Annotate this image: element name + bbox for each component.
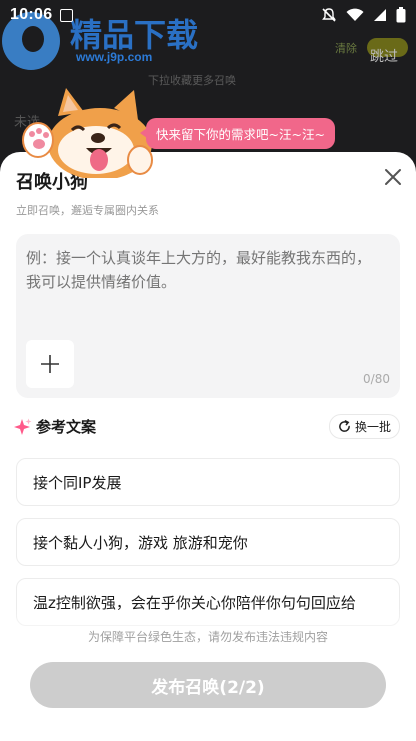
battery-icon bbox=[396, 7, 406, 23]
background-clear-label: 清除 bbox=[335, 41, 358, 55]
signal-icon bbox=[374, 9, 386, 21]
compliance-notice: 为保障平台绿色生态，请勿发布违法违规内容 bbox=[87, 630, 328, 644]
request-input-card: 0/80 bbox=[16, 234, 400, 398]
refresh-label: 换一批 bbox=[354, 420, 391, 434]
notification-icon bbox=[60, 8, 74, 22]
skip-button[interactable]: 跳过 bbox=[370, 46, 398, 66]
summon-dog-sheet: 召唤小狗 立即召唤，邂逅专属圈内关系 0/80 参考文案 换一批 接个同IP发展… bbox=[0, 152, 416, 741]
background-hint: 下拉收藏更多召唤 bbox=[148, 74, 236, 87]
plus-icon bbox=[41, 355, 59, 373]
sheet-subtitle: 立即召唤，邂逅专属圈内关系 bbox=[16, 204, 159, 217]
wifi-icon bbox=[346, 8, 364, 21]
reference-item[interactable]: 接个黏人小狗，游戏 旅游和宠你 bbox=[16, 518, 400, 566]
reference-title: 参考文案 bbox=[36, 418, 97, 436]
mute-icon bbox=[322, 8, 336, 22]
dog-mascot-image bbox=[22, 88, 153, 178]
refresh-button[interactable]: 换一批 bbox=[328, 414, 400, 439]
status-time: 10:06 bbox=[10, 6, 53, 23]
character-counter: 0/80 bbox=[363, 372, 390, 386]
watermark-url: www.j9p.com bbox=[76, 50, 153, 64]
sparkle-icon bbox=[14, 418, 32, 435]
request-input[interactable] bbox=[26, 246, 388, 318]
reference-item[interactable]: 接个同IP发展 bbox=[16, 458, 400, 506]
add-image-button[interactable] bbox=[26, 340, 74, 388]
status-bar: 10:06 bbox=[0, 0, 416, 30]
speech-bubble: 快来留下你的需求吧~汪~汪~ bbox=[140, 118, 335, 149]
close-icon[interactable] bbox=[382, 166, 404, 188]
reference-header: 参考文案 bbox=[14, 416, 96, 437]
publish-summon-button[interactable]: 发布召唤(2/2) bbox=[30, 662, 386, 708]
refresh-icon bbox=[339, 420, 350, 432]
